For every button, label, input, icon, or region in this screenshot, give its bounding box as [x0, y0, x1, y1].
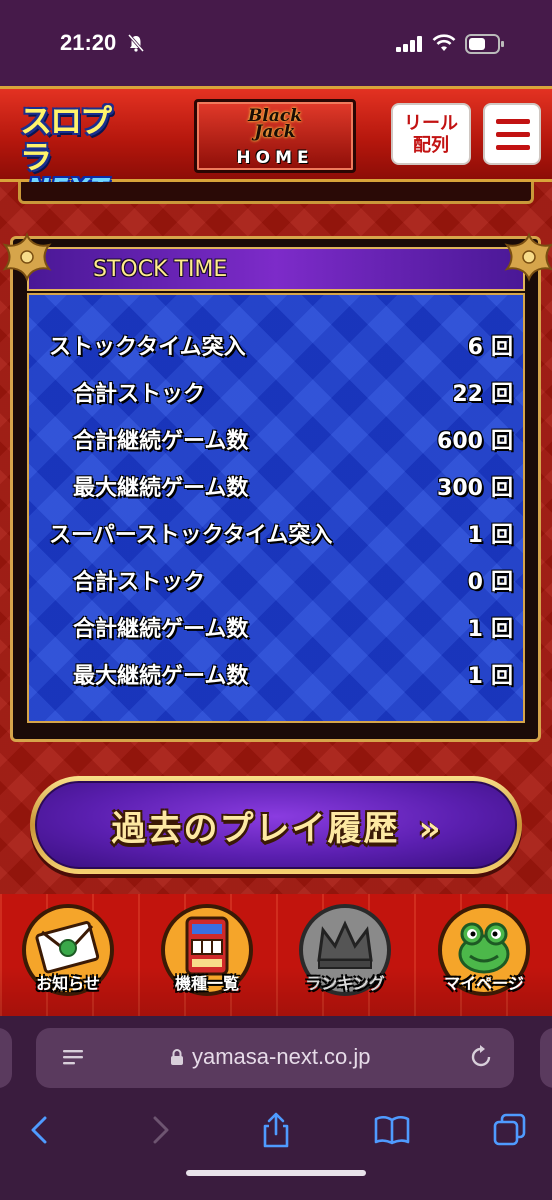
stat-label: 合計ストック	[73, 382, 206, 407]
stat-value: 22 回	[452, 382, 513, 407]
nav-label: ランキング	[305, 974, 385, 993]
blackjack-logo-line2: Jack	[254, 122, 296, 142]
stat-row: 最大継続ゲーム数 1回	[29, 650, 523, 690]
next-tab-preview[interactable]	[540, 1028, 552, 1088]
stock-time-panel: STOCK TIME ストックタイム突入 6回 合計ストック 22 回 合計継続ゲ…	[2, 232, 552, 742]
play-history-button[interactable]: 過去のプレイ履歴 »	[30, 776, 522, 874]
share-icon[interactable]	[256, 1110, 296, 1150]
stat-row: 合計ストック 0回	[29, 556, 523, 596]
address-bar[interactable]: yamasa-next.co.jp	[36, 1028, 514, 1088]
stat-row: スーパーストックタイム突入 1回	[29, 509, 523, 549]
stat-row: ストックタイム突入 6回	[29, 321, 523, 361]
nav-item-ranking[interactable]: ランキング	[289, 900, 401, 1012]
stat-row: 合計継続ゲーム数 1回	[29, 603, 523, 643]
stat-label: 最大継続ゲーム数	[73, 664, 249, 689]
stat-label: 合計ストック	[73, 570, 206, 595]
nav-label: 機種一覧	[174, 974, 239, 993]
status-bar: 21:20	[0, 0, 552, 86]
suropura-next-logo[interactable]: スロプラ NEXT	[20, 102, 132, 203]
gold-ornament-icon	[2, 232, 52, 282]
stat-label: 合計継続ゲーム数	[73, 617, 249, 642]
cellular-signal-icon	[396, 36, 422, 52]
forward-icon[interactable]	[140, 1110, 180, 1150]
previous-tab-preview[interactable]	[0, 1028, 12, 1088]
stat-value: 1回	[467, 617, 513, 642]
panel-title: STOCK TIME	[93, 257, 228, 282]
header-bevel	[18, 182, 534, 204]
hamburger-menu-button[interactable]	[483, 103, 541, 165]
reader-mode-icon[interactable]	[62, 1048, 84, 1068]
stat-row: 合計ストック 22 回	[29, 368, 523, 408]
play-history-button-face: 過去のプレイ履歴 »	[35, 781, 517, 869]
gold-ornament-icon	[504, 232, 552, 282]
stat-row: 最大継続ゲーム数 300 回	[29, 462, 523, 502]
tabs-icon[interactable]	[490, 1110, 530, 1150]
back-icon[interactable]	[20, 1110, 60, 1150]
stat-label: ストックタイム突入	[49, 335, 246, 360]
home-button[interactable]: Black Jack HOME	[194, 99, 356, 173]
nav-label: マイページ	[444, 974, 524, 993]
wifi-icon	[432, 34, 456, 51]
stat-value: 300 回	[437, 476, 513, 501]
stat-value: 1回	[467, 664, 513, 689]
stat-row: 合計継続ゲーム数 600 回	[29, 415, 523, 455]
play-history-label: 過去のプレイ履歴	[111, 809, 400, 849]
nav-label: お知らせ	[36, 974, 100, 993]
bottom-nav: お知らせ 機種一覧 ランキング マイページ	[0, 894, 552, 1016]
nav-item-news[interactable]: お知らせ	[12, 900, 124, 1012]
lock-icon	[171, 1049, 183, 1065]
reel-layout-button[interactable]: リール 配列	[391, 103, 471, 165]
nav-item-machine-list[interactable]: 機種一覧	[151, 900, 263, 1012]
stat-value: 6回	[467, 335, 513, 360]
battery-icon	[465, 34, 504, 54]
stat-value: 0回	[467, 570, 513, 595]
logo-top-text: スロプラ	[20, 102, 112, 176]
home-indicator	[186, 1170, 366, 1176]
stat-label: 最大継続ゲーム数	[73, 476, 249, 501]
home-label: HOME	[236, 148, 314, 168]
blackjack-logo: Black Jack	[197, 108, 353, 142]
stat-label: スーパーストックタイム突入	[49, 523, 333, 548]
status-time: 21:20	[60, 30, 117, 55]
stat-value: 600 回	[437, 429, 513, 454]
app-header: スロプラ NEXT Black Jack HOME リール 配列	[0, 86, 552, 203]
stat-value: 1回	[467, 523, 513, 548]
url-text: yamasa-next.co.jp	[192, 1044, 371, 1069]
stats-list: ストックタイム突入 6回 合計ストック 22 回 合計継続ゲーム数 600 回 最大…	[27, 293, 525, 723]
bell-off-icon	[128, 34, 144, 52]
panel-header: STOCK TIME	[27, 247, 525, 291]
reload-icon[interactable]	[468, 1044, 494, 1070]
bookmarks-icon[interactable]	[372, 1110, 412, 1150]
nav-item-mypage[interactable]: マイページ	[428, 900, 540, 1012]
stat-label: 合計継続ゲーム数	[73, 429, 249, 454]
reel-label-line1: リール	[404, 113, 458, 134]
double-chevron-right-icon: »	[418, 809, 441, 849]
reel-label-line2: 配列	[413, 135, 449, 156]
